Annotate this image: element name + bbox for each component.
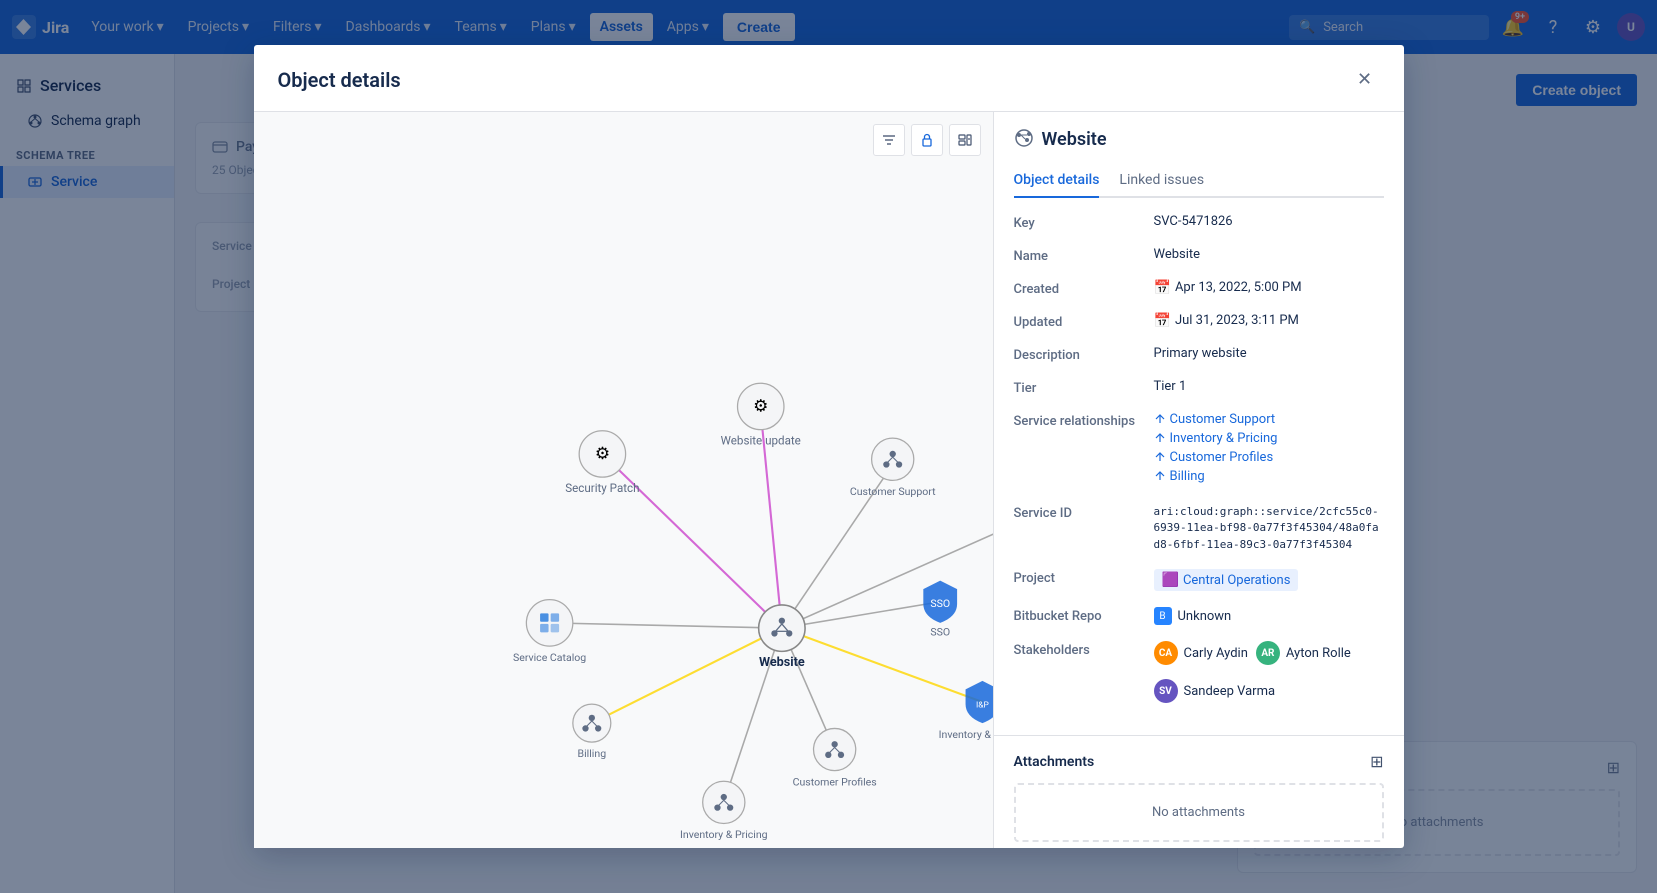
- details-panel: Website Object details Linked issues Key…: [994, 112, 1404, 849]
- svg-text:Customer Support: Customer Support: [849, 485, 935, 498]
- svg-text:⚙: ⚙: [594, 444, 609, 464]
- node-website-update[interactable]: ⚙ Website update: [720, 383, 800, 447]
- svg-text:Inventory & Pricing: Inventory & Pricing: [938, 728, 992, 741]
- svg-text:Website: Website: [758, 655, 804, 670]
- node-billing-bottom[interactable]: Billing: [572, 704, 610, 760]
- updated-value: 📅 Jul 31, 2023, 3:11 PM: [1154, 313, 1384, 329]
- calendar-icon: 📅: [1154, 280, 1171, 296]
- service-relationships-value: Customer Support Inventory & Pricing Cus…: [1154, 412, 1384, 488]
- svg-text:Inventory & Pricing: Inventory & Pricing: [679, 828, 767, 841]
- attachments-grid-icon[interactable]: ⊞: [1370, 752, 1383, 771]
- graph-toolbar: [873, 124, 981, 156]
- stakeholder-carly: CA Carly Aydin: [1154, 641, 1248, 665]
- detail-row-name: Name Website: [1014, 247, 1384, 264]
- detail-row-description: Description Primary website: [1014, 346, 1384, 363]
- stakeholder-sandeep: SV Sandeep Varma: [1154, 679, 1276, 703]
- details-object-title: Website: [1042, 129, 1107, 150]
- stakeholders-list: CA Carly Aydin AR Ayton Rolle SV Sandeep…: [1154, 641, 1384, 703]
- project-badge[interactable]: 🟪 Central Operations: [1154, 569, 1299, 591]
- attachments-section: Attachments ⊞ No attachments: [994, 735, 1404, 848]
- attachments-header: Attachments ⊞: [1014, 752, 1384, 771]
- filter-icon: [881, 132, 897, 148]
- detail-row-stakeholders: Stakeholders CA Carly Aydin AR Ayton Rol…: [1014, 641, 1384, 703]
- no-attachments-message: No attachments: [1014, 783, 1384, 842]
- relationship-customer-support[interactable]: Customer Support: [1154, 412, 1384, 427]
- tab-linked-issues[interactable]: Linked issues: [1119, 164, 1204, 198]
- details-body: Key SVC-5471826 Name Website Created 📅 A…: [994, 198, 1404, 736]
- details-header: Website: [994, 112, 1404, 152]
- service-id-value: ari:cloud:graph::service/2cfc55c0-6939-1…: [1154, 504, 1384, 554]
- relationship-icon-3: [1154, 451, 1166, 463]
- detail-row-tier: Tier Tier 1: [1014, 379, 1384, 396]
- svg-text:I&P: I&P: [976, 700, 990, 710]
- lock-toolbar-button[interactable]: [911, 124, 943, 156]
- created-value: 📅 Apr 13, 2022, 5:00 PM: [1154, 280, 1384, 296]
- node-service-catalog[interactable]: Service Catalog: [512, 599, 585, 663]
- stakeholder-avatar-sandeep: SV: [1154, 679, 1178, 703]
- detail-row-bitbucket: Bitbucket Repo B Unknown: [1014, 607, 1384, 625]
- relationship-customer-profiles[interactable]: Customer Profiles: [1154, 450, 1384, 465]
- modal-header: Object details ✕: [254, 45, 1404, 112]
- graph-panel: Website ⚙ Website update ⚙ Security Patc…: [254, 112, 994, 849]
- stakeholder-avatar-ayton: AR: [1256, 641, 1280, 665]
- tab-object-details[interactable]: Object details: [1014, 164, 1100, 198]
- object-details-modal: Object details ✕: [254, 45, 1404, 849]
- svg-text:Billing: Billing: [577, 747, 606, 760]
- details-tabs: Object details Linked issues: [1014, 164, 1384, 198]
- relationship-billing[interactable]: Billing: [1154, 469, 1384, 484]
- detail-row-created: Created 📅 Apr 13, 2022, 5:00 PM: [1014, 280, 1384, 297]
- relationship-icon-2: [1154, 432, 1166, 444]
- project-icon: 🟪: [1162, 572, 1179, 588]
- website-icon: [1014, 128, 1034, 152]
- modal-overlay[interactable]: Object details ✕: [0, 0, 1657, 893]
- detail-row-updated: Updated 📅 Jul 31, 2023, 3:11 PM: [1014, 313, 1384, 330]
- svg-text:⚙: ⚙: [753, 396, 768, 416]
- detail-row-service-id: Service ID ari:cloud:graph::service/2cfc…: [1014, 504, 1384, 554]
- node-sso[interactable]: SSO SSO: [923, 580, 957, 638]
- node-customer-profiles[interactable]: Customer Profiles: [792, 728, 876, 788]
- name-value: Website: [1154, 247, 1384, 262]
- svg-text:SSO: SSO: [930, 625, 950, 638]
- lock-icon: [919, 132, 935, 148]
- node-security-patch[interactable]: ⚙ Security Patch: [565, 430, 639, 494]
- graph-svg: Website ⚙ Website update ⚙ Security Patc…: [254, 112, 993, 849]
- node-inventory-pricing-2[interactable]: Inventory & Pricing: [679, 781, 767, 841]
- detail-row-key: Key SVC-5471826: [1014, 214, 1384, 231]
- detail-row-project: Project 🟪 Central Operations: [1014, 569, 1384, 591]
- description-value: Primary website: [1154, 346, 1384, 361]
- svg-text:Customer Profiles: Customer Profiles: [792, 775, 876, 788]
- node-website[interactable]: Website: [758, 605, 804, 670]
- stakeholder-avatar-carly: CA: [1154, 641, 1178, 665]
- expand-toolbar-button[interactable]: [949, 124, 981, 156]
- relationship-icon-4: [1154, 470, 1166, 482]
- project-value: 🟪 Central Operations: [1154, 569, 1384, 591]
- detail-row-service-relationships: Service relationships Customer Support I…: [1014, 412, 1384, 488]
- expand-icon: [957, 132, 973, 148]
- modal-title: Object details: [278, 68, 401, 92]
- relationship-inventory-pricing[interactable]: Inventory & Pricing: [1154, 431, 1384, 446]
- svg-text:Service Catalog: Service Catalog: [512, 651, 585, 664]
- stakeholders-value: CA Carly Aydin AR Ayton Rolle SV Sandeep…: [1154, 641, 1384, 703]
- stakeholder-ayton: AR Ayton Rolle: [1256, 641, 1351, 665]
- bitbucket-icon: B: [1154, 607, 1172, 625]
- modal-body: Website ⚙ Website update ⚙ Security Patc…: [254, 112, 1404, 849]
- filter-toolbar-button[interactable]: [873, 124, 905, 156]
- svg-text:SSO: SSO: [930, 597, 950, 610]
- svg-text:Security Patch: Security Patch: [565, 481, 639, 495]
- tier-value: Tier 1: [1154, 379, 1384, 394]
- calendar-icon-2: 📅: [1154, 313, 1171, 329]
- bitbucket-value: B Unknown: [1154, 607, 1384, 625]
- key-value: SVC-5471826: [1154, 214, 1384, 229]
- svg-text:Website update: Website update: [720, 433, 800, 447]
- node-customer-support[interactable]: Customer Support: [849, 438, 935, 498]
- relationship-icon: [1154, 413, 1166, 425]
- modal-close-button[interactable]: ✕: [1350, 65, 1380, 95]
- attachments-title: Attachments: [1014, 754, 1095, 770]
